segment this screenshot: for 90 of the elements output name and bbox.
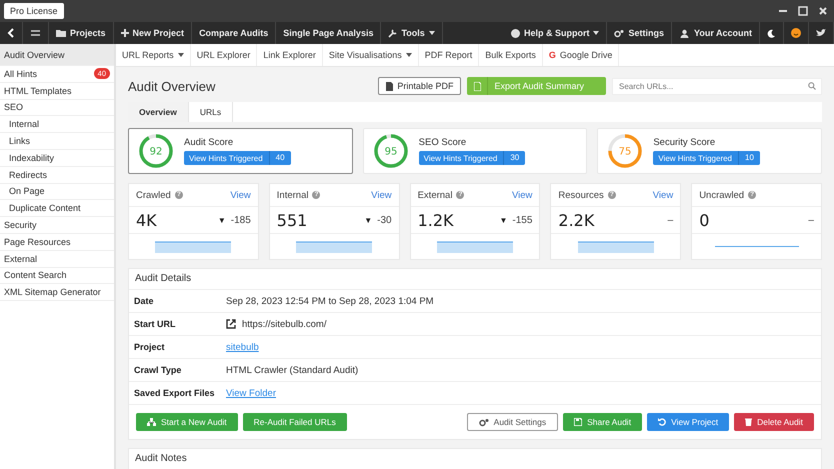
metric-value: 1.2K [418, 210, 454, 230]
close-icon[interactable] [818, 6, 828, 16]
metric-label: Internal [276, 190, 308, 200]
tab[interactable]: Overview [128, 102, 189, 122]
metric-value: 4K [136, 210, 157, 230]
score-ring: 75 [606, 132, 644, 170]
sidebar-item[interactable]: Redirects [0, 166, 114, 184]
metric-change: -155 [512, 214, 532, 226]
action-button[interactable]: Audit Settings [466, 413, 558, 431]
moon-icon [767, 28, 776, 38]
plus-icon [120, 29, 129, 37]
sidebar-item[interactable]: Duplicate Content [0, 200, 114, 218]
view-link[interactable]: View [230, 190, 251, 200]
metric-label: Resources [558, 190, 604, 200]
printable-pdf-button[interactable]: Printable PDF [378, 77, 462, 95]
wrench-icon [388, 28, 398, 38]
metric-change: – [808, 214, 814, 226]
chevron-left-icon [7, 28, 15, 38]
sidebar-item[interactable]: External [0, 250, 114, 268]
swap-icon [30, 29, 41, 37]
metric-label: External [418, 190, 452, 200]
down-triangle-icon: ▼ [499, 216, 508, 224]
sidebar-item[interactable]: Links [0, 133, 114, 150]
view-hints-button[interactable]: View Hints Triggered 30 [418, 151, 526, 165]
sidebar-item[interactable]: On Page [0, 184, 114, 200]
metric-value: 551 [276, 210, 308, 230]
trash-icon [745, 418, 752, 426]
sidebar-item[interactable]: Audit Overview [0, 44, 114, 66]
sidebar-item[interactable]: Page Resources [0, 234, 114, 251]
score-title: Security Score [653, 137, 716, 148]
metric-change: -30 [377, 214, 392, 226]
view-link[interactable]: View [652, 190, 674, 200]
action-button[interactable]: View Project [647, 413, 730, 431]
google-icon: G [548, 50, 556, 60]
sidebar-item[interactable]: SEO [0, 100, 114, 116]
license-badge: Pro License [4, 3, 64, 19]
metric-value: 0 [699, 210, 710, 230]
search-icon [808, 82, 816, 90]
detail-label: Crawl Type [134, 365, 182, 375]
detail-label: Saved Export Files [134, 388, 216, 398]
score-card[interactable]: 92 Audit Score View Hints Triggered 40 [128, 128, 353, 174]
score-ring: 95 [372, 132, 410, 170]
view-link[interactable]: View [512, 190, 532, 200]
gears-icon [478, 418, 489, 426]
score-card[interactable]: 95 SEO Score View Hints Triggered 30 [362, 128, 588, 174]
detail-value: https://sitebulb.com/ [242, 318, 326, 330]
sidebar-item[interactable]: Security [0, 217, 114, 234]
undo-icon [658, 418, 666, 426]
metric-change: – [668, 214, 674, 226]
sidebar-item[interactable]: Content Search [0, 268, 114, 284]
detail-label: Start URL [134, 319, 177, 329]
panel-title: Audit Notes [129, 449, 821, 469]
link[interactable]: View Folder [226, 388, 276, 398]
panel-title: Audit Details [129, 269, 821, 290]
sidebar-item[interactable]: XML Sitemap Generator [0, 284, 114, 302]
metric-change: -185 [230, 214, 251, 226]
sidebar-item[interactable]: HTML Templates [0, 82, 114, 100]
action-button[interactable]: Delete Audit [734, 413, 814, 431]
bird-icon [816, 29, 826, 37]
users-icon [679, 28, 690, 38]
link[interactable]: sitebulb [226, 342, 259, 352]
score-title: Audit Score [184, 137, 234, 148]
metric-value: 2.2K [558, 210, 594, 230]
score-card[interactable]: 75 Security Score View Hints Triggered 10 [597, 128, 822, 174]
metric-label: Uncrawled [699, 190, 744, 200]
detail-value: Sep 28, 2023 12:54 PM to Sep 28, 2023 1:04 PM [226, 296, 434, 306]
sidebar-item[interactable]: Indexability [0, 150, 114, 167]
file-icon [386, 82, 394, 90]
external-link-icon [226, 319, 236, 329]
folder-icon [56, 29, 66, 37]
view-hints-button[interactable]: View Hints Triggered 40 [184, 151, 291, 165]
metric-label: Crawled [136, 190, 171, 200]
detail-label: Project [134, 342, 166, 352]
view-link[interactable]: View [371, 190, 392, 200]
gears-icon [614, 28, 624, 38]
sitemap-icon [147, 418, 156, 426]
view-hints-button[interactable]: View Hints Triggered 10 [653, 151, 760, 165]
floppy-icon [574, 418, 582, 426]
down-triangle-icon: ▼ [364, 216, 372, 224]
score-ring: 92 [137, 132, 175, 170]
smiley-icon [791, 28, 801, 38]
down-triangle-icon: ▼ [218, 216, 226, 224]
maximize-icon[interactable] [798, 6, 808, 16]
page-title: Audit Overview [128, 78, 216, 94]
file-icon [474, 82, 482, 90]
search-field[interactable]: Search URLs... [612, 78, 822, 94]
score-title: SEO Score [418, 137, 468, 148]
detail-label: Date [134, 296, 155, 306]
sidebar-item[interactable]: Internal [0, 116, 114, 134]
detail-value: HTML Crawler (Standard Audit) [226, 364, 358, 376]
